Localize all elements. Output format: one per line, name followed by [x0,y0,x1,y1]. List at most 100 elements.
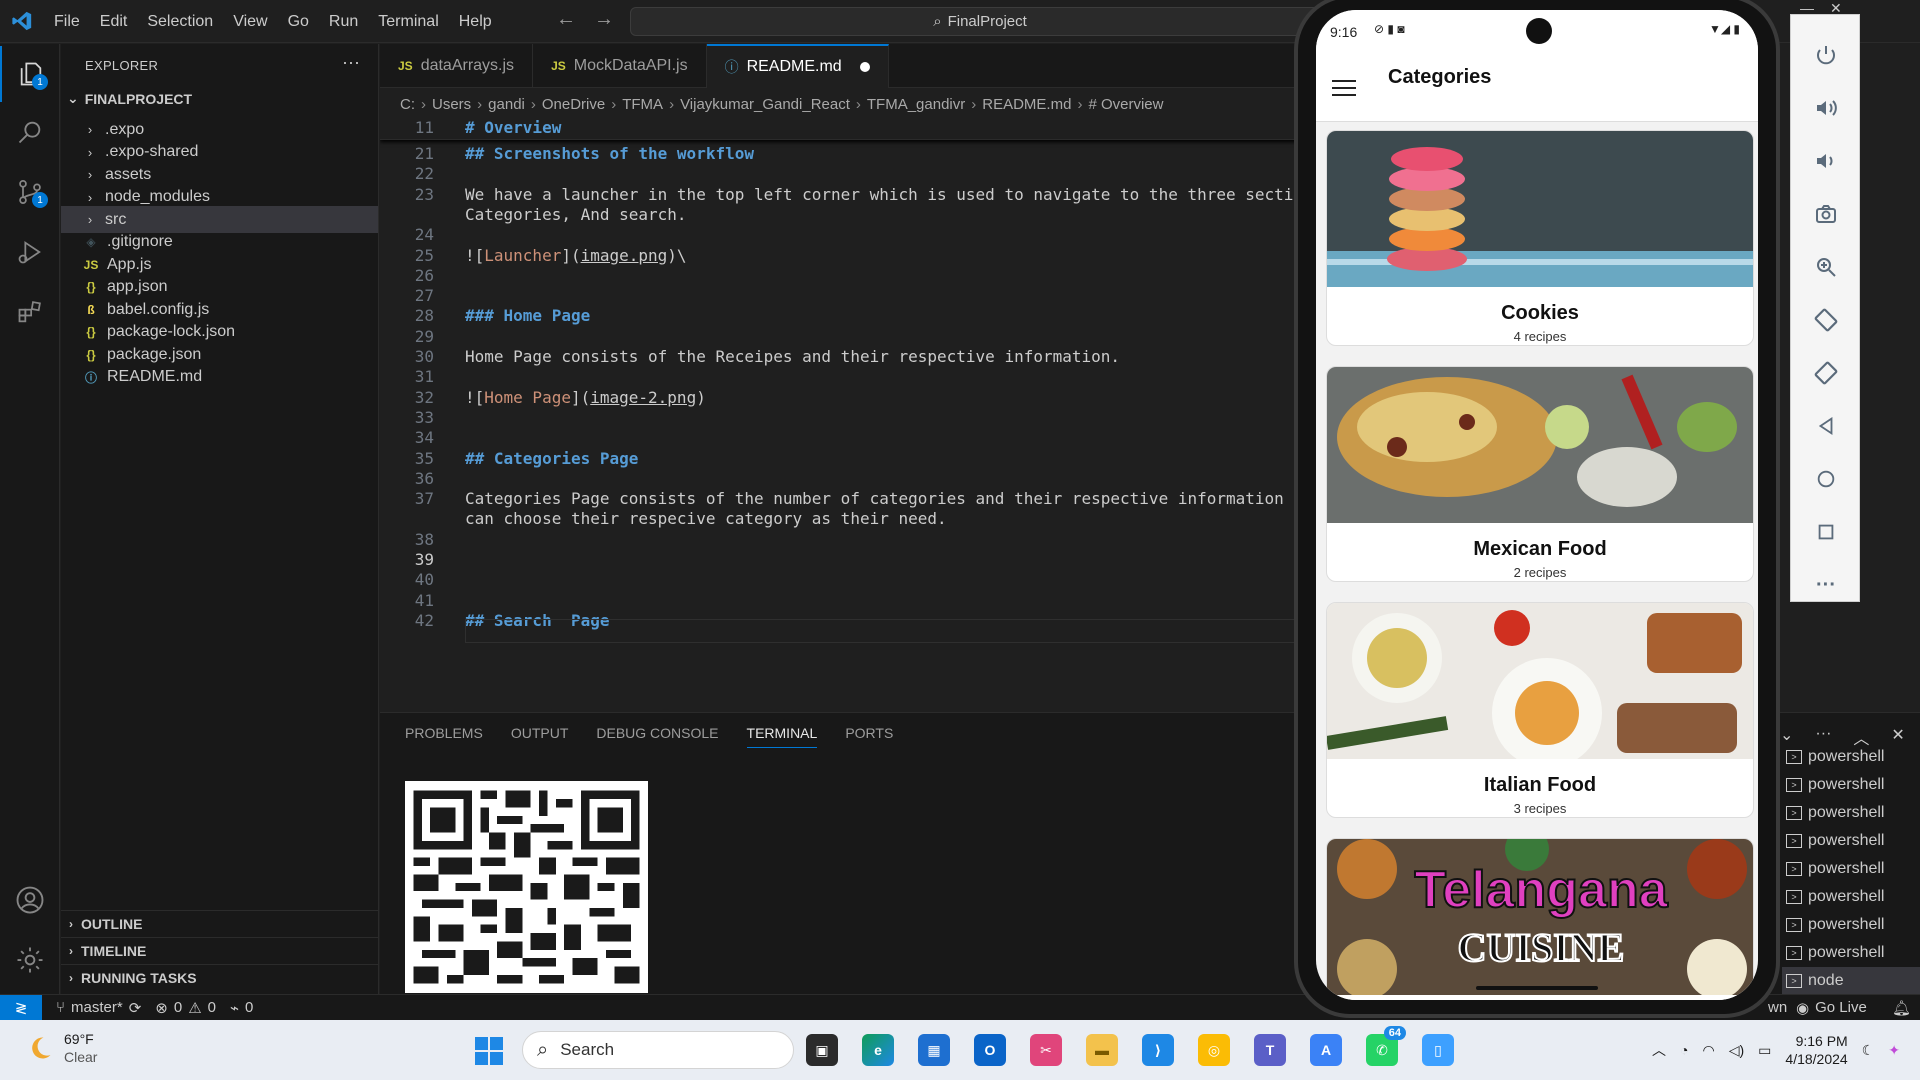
terminal-instance-powershell[interactable]: > powershell [1782,911,1920,939]
volume-down-icon[interactable] [1791,141,1861,181]
git-branch[interactable]: ⑂ master* ⟳ [56,999,141,1017]
volume-up-icon[interactable] [1791,88,1861,128]
code-editor[interactable]: 21 ## Screenshots of the workflow 22 23 We h… [380,116,1300,712]
file-explorer-icon[interactable]: ▬ [1086,1034,1118,1066]
code-line[interactable]: ![Launcher](image.png)\ [465,246,687,265]
tab-readme[interactable]: ⓘ README.md [706,44,889,88]
snipping-tool-icon[interactable]: ✂ [1030,1034,1062,1066]
hamburger-menu-icon[interactable] [1332,80,1356,98]
breadcrumb-segment[interactable]: README.md [982,96,1071,113]
running-tasks-section[interactable]: › RUNNING TASKS [61,964,378,991]
terminal-instance-powershell[interactable]: > powershell [1782,855,1920,883]
code-line[interactable]: Categories, And search. [465,205,687,224]
network-status-icon[interactable]: ◔ [1680,1042,1688,1058]
sticky-scroll-header[interactable]: 11 # Overview [380,116,1300,140]
tab-terminal[interactable]: TERMINAL [746,725,818,748]
forward-arrow-icon[interactable]: → [594,8,614,31]
do-not-disturb-icon[interactable]: ☾ [1862,1042,1875,1059]
breadcrumb-segment[interactable]: Vijaykumar_Gandi_React [680,96,850,113]
explorer-icon[interactable]: 1 [0,46,60,102]
terminal-instance-powershell[interactable]: > powershell [1782,743,1920,771]
task-view-icon[interactable]: ▣ [806,1034,838,1066]
android-emulator-icon[interactable]: ▯ [1422,1034,1454,1066]
wifi-icon[interactable]: ◠ [1703,1042,1715,1059]
unsaved-dot-icon[interactable] [859,62,870,72]
tab-problems[interactable]: PROBLEMS [405,725,483,748]
statusbar-partial-item[interactable]: wn [1768,999,1787,1016]
terminal-instance-powershell[interactable]: > powershell [1782,827,1920,855]
outlook-icon[interactable]: O [974,1034,1006,1066]
code-line[interactable]: can choose their respecive category as t… [465,509,947,528]
tree-item-readme-md[interactable]: ⓘ README.md [61,364,378,391]
code-line[interactable]: ## Categories Page [465,449,638,468]
breadcrumb-segment[interactable]: OneDrive [542,96,605,113]
copilot-icon[interactable]: ✦ [1888,1042,1900,1059]
whatsapp-icon[interactable]: ✆ 64 [1366,1026,1406,1066]
code-line[interactable]: Categories Page consists of the number o… [465,489,1300,508]
edge-browser-icon[interactable]: e [862,1034,894,1066]
teams-icon[interactable]: T [1254,1034,1286,1066]
weather-widget[interactable]: 69°F Clear [26,1030,97,1066]
tab-dataarrays[interactable]: JS dataArrays.js [380,44,534,88]
category-card-mexican[interactable]: Mexican Food 2 recipes [1326,366,1754,582]
home-gesture-bar[interactable] [1476,986,1598,990]
taskbar-search-input[interactable]: ⌕ Search [522,1031,794,1069]
settings-gear-icon[interactable] [0,932,60,988]
tab-debug-console[interactable]: DEBUG CONSOLE [596,725,718,748]
menu-selection[interactable]: Selection [137,0,223,43]
tab-ports[interactable]: PORTS [845,725,893,748]
breadcrumb-segment[interactable]: C: [400,96,415,113]
clock[interactable]: 9:16 PM 4/18/2024 [1785,1032,1847,1068]
menu-go[interactable]: Go [278,0,319,43]
chrome-icon[interactable]: ◎ [1198,1034,1230,1066]
project-folder-header[interactable]: ⌄ FINALPROJECT [67,90,192,107]
rotate-left-icon[interactable] [1791,300,1861,340]
breadcrumb-segment[interactable]: gandi [488,96,525,113]
power-icon[interactable] [1791,35,1861,75]
more-actions-icon[interactable]: ··· [342,52,360,73]
markdown-url[interactable]: image.png [581,246,668,265]
zoom-icon[interactable] [1791,247,1861,287]
notifications-bell-icon[interactable]: 🔔︎ [1892,999,1911,1017]
code-line[interactable]: Home Page consists of the Receipes and t… [465,347,1120,366]
terminal-instance-powershell[interactable]: > powershell [1782,799,1920,827]
battery-icon[interactable]: ▭ [1758,1042,1771,1059]
ports-indicator[interactable]: ⌁ 0 [230,999,253,1017]
outline-section[interactable]: › OUTLINE [61,910,378,937]
markdown-url[interactable]: image-2.png [590,388,696,407]
terminal-instance-node[interactable]: > node [1782,967,1920,995]
tab-mockdataapi[interactable]: JS MockDataAPI.js [533,44,707,88]
app-taskbar-icon[interactable]: A [1310,1034,1342,1066]
menu-view[interactable]: View [223,0,277,43]
volume-icon[interactable]: ◁) [1729,1042,1744,1059]
breadcrumb-segment[interactable]: TFMA_gandivr [867,96,965,113]
category-card-italian[interactable]: Italian Food 3 recipes [1326,602,1754,818]
command-center-search[interactable]: ⌕ FinalProject [630,7,1330,36]
category-card-telangana[interactable]: Telangana CUISINE [1326,838,1754,1000]
rotate-right-icon[interactable] [1791,353,1861,393]
breadcrumb-segment[interactable]: TFMA [622,96,663,113]
source-control-icon[interactable]: 1 [0,164,60,220]
category-card-cookies[interactable]: Cookies 4 recipes [1326,130,1754,346]
menu-run[interactable]: Run [319,0,368,43]
back-arrow-icon[interactable]: ← [556,8,576,31]
terminal-instance-powershell[interactable]: > powershell [1782,771,1920,799]
menu-terminal[interactable]: Terminal [368,0,448,43]
menu-file[interactable]: File [44,0,90,43]
camera-icon[interactable] [1791,194,1861,234]
back-triangle-icon[interactable] [1791,406,1861,446]
extensions-icon[interactable] [0,284,60,340]
run-debug-icon[interactable] [0,224,60,280]
timeline-section[interactable]: › TIMELINE [61,937,378,964]
home-circle-icon[interactable] [1791,459,1861,499]
terminal-instance-powershell[interactable]: > powershell [1782,883,1920,911]
menu-help[interactable]: Help [449,0,502,43]
code-line[interactable]: ![Home Page](image-2.png) [465,388,706,407]
windows-start-icon[interactable] [474,1036,504,1066]
problems-indicator[interactable]: ⊗ 0 ⚠ 0 [155,999,216,1017]
overview-square-icon[interactable] [1791,512,1861,552]
more-options-icon[interactable]: ··· [1791,565,1861,605]
code-line[interactable]: ### Home Page [465,306,590,325]
vscode-taskbar-icon[interactable]: ⟩ [1142,1034,1174,1066]
account-icon[interactable] [0,872,60,928]
